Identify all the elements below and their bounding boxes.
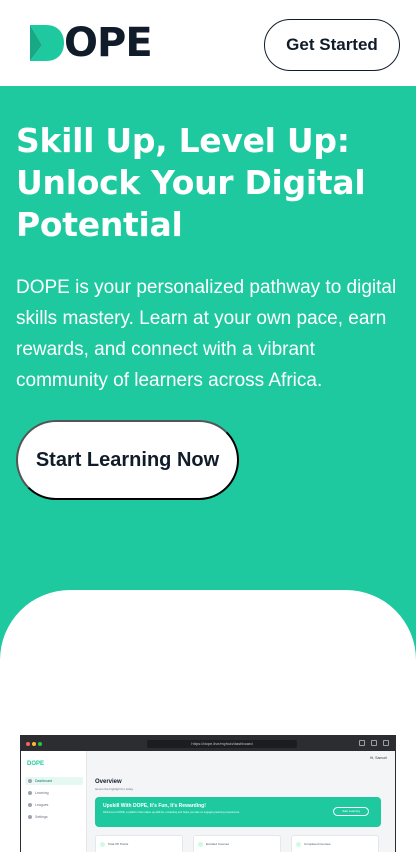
preview-main: Hi, Samuel Overview Here's the highlight… — [87, 751, 395, 852]
sidebar-item-label: Learning — [35, 791, 49, 795]
preview-banner-text: Welcome to DOPE, a platform that makes u… — [103, 811, 240, 814]
maximize-dot-icon — [38, 741, 42, 746]
preview-user: Hi, Samuel — [369, 756, 387, 760]
stat-label: Enrolled Courses — [206, 842, 230, 846]
preview-sidebar-item-learning: Learning — [25, 789, 83, 797]
tabs-icon — [383, 740, 389, 746]
logo-wordmark: OPE — [64, 20, 153, 66]
preview-sidebar: DOPE Dashboard Learning Leagues Settings — [21, 751, 87, 852]
start-learning-button[interactable]: Start Learning Now — [16, 420, 239, 500]
plus-icon — [371, 740, 377, 746]
preview-sidebar-item-settings: Settings — [25, 813, 83, 821]
dashboard-preview-image: https://dope.live/myhub/dashboard DOPE D… — [20, 735, 396, 852]
site-header: OPE Get Started — [0, 0, 416, 86]
hero-description: DOPE is your personalized pathway to dig… — [16, 277, 397, 391]
sidebar-item-label: Settings — [35, 815, 48, 819]
sidebar-item-label: Dashboard — [35, 779, 53, 783]
preview-overview-title: Overview — [95, 779, 122, 785]
preview-overview-subtitle: Here's the highlight for today — [95, 787, 134, 791]
share-icon — [359, 740, 365, 746]
stat-label: Total XP Points — [108, 842, 129, 846]
preview-sidebar-item-leagues: Leagues — [25, 801, 83, 809]
check-icon — [296, 842, 301, 847]
preview-sidebar-item-dashboard: Dashboard — [25, 777, 83, 785]
preview-logo: DOPE — [27, 761, 45, 767]
dashboard-icon — [28, 779, 32, 783]
preview-stat-card: Enrolled Courses — [193, 835, 281, 852]
minimize-dot-icon — [32, 741, 36, 746]
xp-icon — [100, 842, 105, 847]
browser-actions — [359, 740, 389, 746]
gear-icon — [28, 815, 32, 819]
preview-stat-card: Completed Courses — [291, 835, 379, 852]
browser-url: https://dope.live/myhub/dashboard — [147, 740, 297, 748]
hero-title: Skill Up, Level Up: Unlock Your Digital … — [16, 121, 366, 244]
stat-label: Completed Courses — [304, 842, 331, 846]
preview-banner-button: Start Learning — [333, 807, 369, 816]
trophy-icon — [28, 803, 32, 807]
preview-banner: Upskill With DOPE, It's Fun, It's Reward… — [95, 797, 381, 827]
book-icon — [28, 791, 32, 795]
preview-stat-card: Total XP Points — [95, 835, 183, 852]
dope-logo[interactable]: OPE — [28, 20, 153, 66]
preview-banner-title: Upskill With DOPE, It's Fun, It's Reward… — [103, 803, 206, 809]
get-started-button[interactable]: Get Started — [264, 19, 400, 71]
course-icon — [198, 842, 203, 847]
sidebar-item-label: Leagues — [35, 803, 49, 807]
close-dot-icon — [26, 741, 30, 746]
dope-logo-mark-icon — [30, 25, 64, 61]
